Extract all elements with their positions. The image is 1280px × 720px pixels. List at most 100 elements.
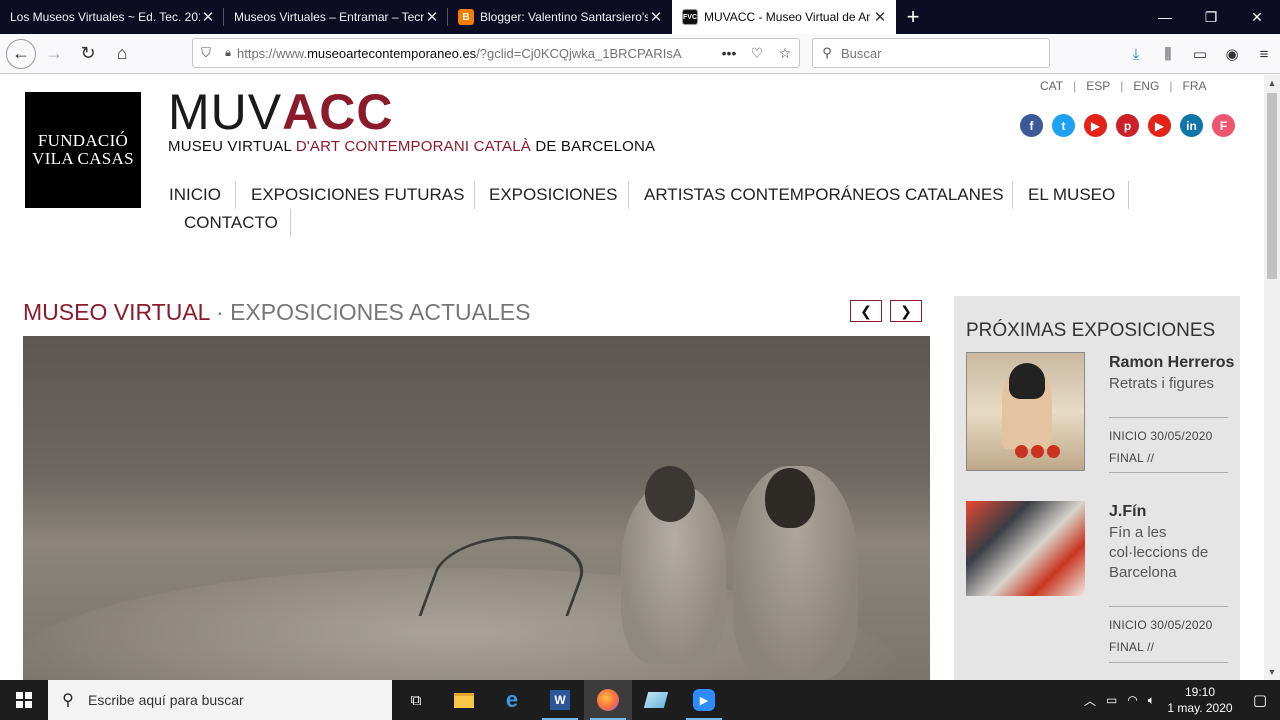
- download-icon[interactable]: ⤓: [1120, 46, 1152, 63]
- menu-item-exposiciones[interactable]: EXPOSICIONES: [474, 181, 632, 209]
- close-icon[interactable]: ✕: [648, 8, 664, 26]
- pinterest-icon[interactable]: p: [1116, 114, 1139, 137]
- taskbar-search-input[interactable]: ⚲ Escribe aquí para buscar: [48, 680, 392, 720]
- end-date: FINAL //: [1109, 451, 1155, 465]
- search-input[interactable]: ⚲ Buscar: [812, 38, 1050, 68]
- url-bar[interactable]: ⛉ 🔒︎ https://www.museoartecontemporaneo.…: [192, 38, 800, 68]
- tab-muvacc[interactable]: FVC MUVACC - Museo Virtual de Ar ✕: [672, 0, 896, 34]
- minimize-icon[interactable]: —: [1142, 0, 1188, 34]
- hero-windshield-shape: [418, 536, 598, 616]
- tab-museos-virtuales-entramar[interactable]: Museos Virtuales – Entramar – Tecn ✕: [224, 0, 448, 34]
- scrollbar-thumb[interactable]: [1267, 93, 1277, 279]
- close-window-icon[interactable]: ✕: [1234, 0, 1280, 34]
- clock[interactable]: 19:10 1 may. 2020: [1160, 684, 1240, 716]
- lang-cat[interactable]: CAT: [1030, 79, 1073, 93]
- menu-item-exposiciones-futuras[interactable]: EXPOSICIONES FUTURAS: [236, 181, 479, 209]
- file-explorer-button[interactable]: [440, 680, 488, 720]
- close-icon[interactable]: ✕: [872, 8, 888, 26]
- menu-item-contacto[interactable]: CONTACTO: [169, 209, 293, 237]
- back-button[interactable]: ←: [6, 38, 36, 69]
- muvacc-brand[interactable]: MUVACC: [168, 87, 393, 137]
- zoom-button[interactable]: ▶: [680, 680, 728, 720]
- linkedin-icon[interactable]: in: [1180, 114, 1203, 137]
- exhibition-thumbnail[interactable]: [966, 352, 1085, 471]
- tab-strip: Los Museos Virtuales ~ Ed. Tec. 201 ✕ Mu…: [0, 0, 1280, 34]
- library-icon[interactable]: ⫼: [1152, 46, 1184, 63]
- blogger-icon: B: [458, 9, 474, 25]
- sidebar-icon[interactable]: ▭: [1184, 45, 1216, 63]
- firefox-button[interactable]: [584, 680, 632, 720]
- chevron-left-icon: ❮: [860, 302, 872, 319]
- url-prefix: https://www.: [237, 45, 308, 61]
- start-button[interactable]: [0, 680, 48, 720]
- menu-separator: [1128, 181, 1129, 209]
- lock-icon[interactable]: 🔒︎: [219, 47, 237, 60]
- navigation-toolbar: ← → ↻ ⌂ ⛉ 🔒︎ https://www.museoartecontem…: [0, 34, 1280, 74]
- volume-icon[interactable]: 🔈︎: [1143, 693, 1160, 708]
- artist-name[interactable]: J.Fín: [1109, 503, 1146, 521]
- scroll-up-icon[interactable]: ▲: [1264, 75, 1280, 91]
- scroll-down-icon[interactable]: ▼: [1264, 664, 1280, 680]
- search-icon: ⚲: [822, 45, 832, 60]
- restore-icon[interactable]: ❐: [1188, 0, 1234, 34]
- bookmark-star-icon[interactable]: ☆: [771, 45, 799, 62]
- page-scrollbar[interactable]: ▲ ▼: [1264, 75, 1280, 680]
- notification-icon[interactable]: ▢: [1240, 691, 1280, 709]
- firefox-icon: [597, 689, 619, 711]
- logo-line2: VILA CASAS: [32, 149, 134, 168]
- painting-fruit-shape: [1047, 445, 1060, 458]
- exhibition-thumbnail[interactable]: [966, 501, 1085, 596]
- menu-icon[interactable]: ≡: [1248, 46, 1280, 63]
- close-icon[interactable]: ✕: [424, 8, 440, 26]
- tagline-part2: D'ART CONTEMPORANI CATALÀ: [295, 138, 531, 155]
- lang-eng[interactable]: ENG: [1123, 79, 1169, 93]
- task-view-button[interactable]: ⧉: [392, 680, 440, 720]
- edge-button[interactable]: e: [488, 680, 536, 720]
- tab-title: MUVACC - Museo Virtual de Ar: [704, 10, 871, 24]
- pocket-icon[interactable]: ♡: [743, 45, 771, 62]
- facebook-icon[interactable]: f: [1020, 114, 1043, 137]
- twitter-icon[interactable]: t: [1052, 114, 1075, 137]
- close-icon[interactable]: ✕: [200, 8, 216, 26]
- account-icon[interactable]: ◉: [1216, 45, 1248, 63]
- menu-item-el-museo[interactable]: EL MUSEO: [1013, 181, 1130, 209]
- chevron-up-icon[interactable]: ︿: [1079, 692, 1101, 709]
- wifi-icon[interactable]: ◠: [1122, 693, 1142, 707]
- shield-icon[interactable]: ⛉: [193, 45, 219, 61]
- foursquare-icon[interactable]: F: [1212, 114, 1235, 137]
- reload-button[interactable]: ↻: [72, 38, 104, 70]
- language-switcher: CAT | ESP | ENG | FRA: [1030, 79, 1217, 93]
- lang-fra[interactable]: FRA: [1173, 79, 1217, 93]
- battery-icon[interactable]: ▭: [1101, 693, 1122, 707]
- site-tagline: MUSEU VIRTUAL D'ART CONTEMPORANI CATALÀ …: [168, 138, 655, 155]
- menu-item-inicio[interactable]: INICIO: [154, 181, 236, 209]
- youtube-icon[interactable]: ▶: [1084, 114, 1107, 137]
- page-actions-icon[interactable]: •••: [715, 45, 743, 61]
- new-tab-button[interactable]: +: [896, 0, 930, 34]
- tab-blogger[interactable]: B Blogger: Valentino Santarsiero's ✕: [448, 0, 672, 34]
- folder-icon: [454, 692, 474, 708]
- fundacio-vila-casas-logo[interactable]: FUNDACIÓ VILA CASAS: [25, 92, 141, 208]
- tagline-part1: MUSEU VIRTUAL: [168, 138, 296, 155]
- word-button[interactable]: W: [536, 680, 584, 720]
- clock-time: 19:10: [1184, 685, 1216, 699]
- tab-title: Blogger: Valentino Santarsiero's: [480, 10, 648, 24]
- app-button[interactable]: [632, 680, 680, 720]
- divider: [1109, 662, 1228, 663]
- url-text[interactable]: https://www.museoartecontemporaneo.es/?g…: [237, 46, 715, 61]
- brand-part2: ACC: [282, 84, 394, 140]
- toolbar-right: ⤓ ⫼ ▭ ◉ ≡: [1120, 34, 1280, 74]
- forward-button[interactable]: →: [38, 38, 70, 70]
- menu-item-artistas[interactable]: ARTISTAS CONTEMPORÁNEOS CATALANES: [629, 181, 1019, 209]
- tab-museos-virtuales-edtec[interactable]: Los Museos Virtuales ~ Ed. Tec. 201 ✕: [0, 0, 224, 34]
- tagline-part3: DE BARCELONA: [530, 138, 656, 155]
- home-button[interactable]: ⌂: [106, 38, 138, 70]
- exhibition-hero-image[interactable]: [23, 336, 930, 680]
- divider: [1109, 472, 1228, 473]
- artist-name[interactable]: Ramon Herreros: [1109, 354, 1234, 372]
- carousel-next-button[interactable]: ❯: [890, 300, 922, 322]
- upcoming-card-jfin[interactable]: J.Fín Fín a les col·leccions de Barcelon…: [966, 501, 1228, 680]
- carousel-prev-button[interactable]: ❮: [850, 300, 882, 322]
- youtube-icon[interactable]: ▶: [1148, 114, 1171, 137]
- lang-esp[interactable]: ESP: [1076, 79, 1120, 93]
